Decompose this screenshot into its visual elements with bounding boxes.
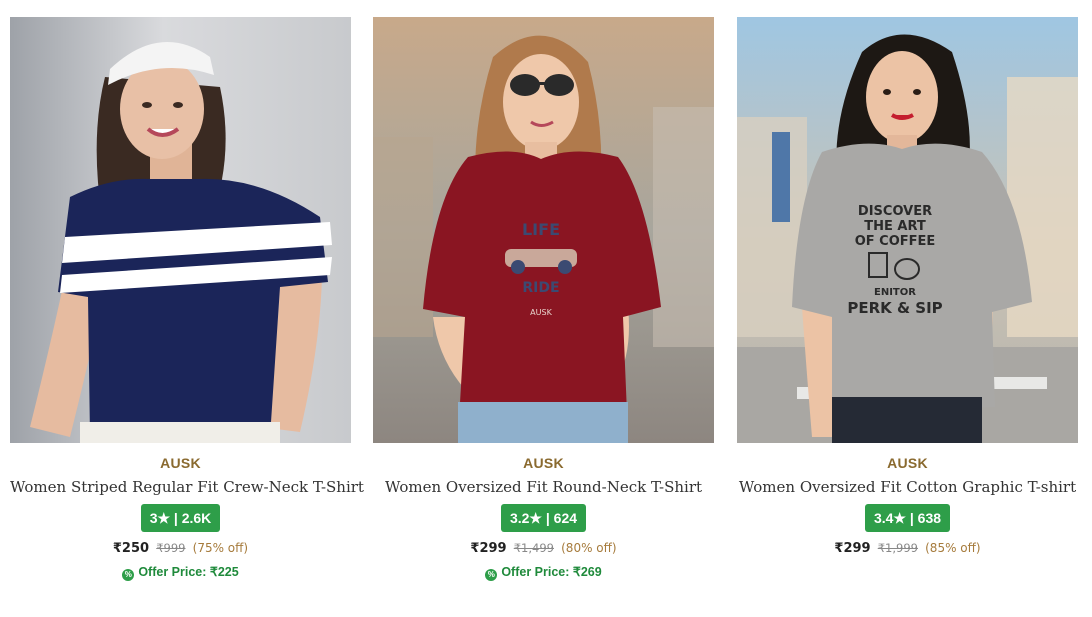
price-row: ₹299 ₹1,499 (80% off) [373,541,714,556]
offer-tag-icon: % [485,569,498,581]
product-image[interactable]: LIFE RIDE AUSK [373,17,714,443]
rating-badge: 3★ | 2.6K [140,504,221,532]
rating-badge: 3.4★ | 638 [864,504,951,532]
offer-tag-icon: % [122,569,135,581]
brand-name[interactable]: AUSK [10,455,351,471]
price-row: ₹250 ₹999 (75% off) [10,541,351,556]
selling-price: ₹299 [470,541,507,556]
offer-price-row: % Offer Price: ₹225 [10,564,351,581]
product-image[interactable] [10,17,351,443]
svg-text:LIFE: LIFE [522,220,560,239]
product-card[interactable]: LIFE RIDE AUSK AUSK Women Oversized Fit … [373,17,714,581]
offer-price-row: % Offer Price: ₹269 [373,564,714,581]
selling-price: ₹250 [112,541,150,556]
rating-badge: 3.2★ | 624 [500,504,587,532]
svg-text:ENITOR: ENITOR [874,287,916,298]
selling-price: ₹299 [834,541,871,556]
brand-name[interactable]: AUSK [737,455,1078,471]
svg-text:RIDE: RIDE [522,280,559,296]
discount-percent: (85% off) [925,541,981,555]
discount-percent: (75% off) [192,541,249,555]
mrp-price: ₹999 [156,541,186,555]
mrp-price: ₹1,499 [513,541,554,555]
discount-percent: (80% off) [561,541,617,555]
price-row: ₹299 ₹1,999 (85% off) [737,541,1078,556]
svg-text:THE ART: THE ART [864,219,926,234]
product-grid: AUSK Women Striped Regular Fit Crew-Neck… [0,0,1092,617]
brand-name[interactable]: AUSK [373,455,714,471]
product-card[interactable]: DISCOVER THE ART OF COFFEE ENITOR PERK &… [737,17,1078,556]
product-title[interactable]: Women Oversized Fit Round-Neck T-Shirt [373,478,714,496]
svg-text:PERK & SIP: PERK & SIP [847,299,942,317]
mrp-price: ₹1,999 [877,541,918,555]
svg-text:OF COFFEE: OF COFFEE [855,234,936,249]
product-image[interactable]: DISCOVER THE ART OF COFFEE ENITOR PERK &… [737,17,1078,443]
product-card[interactable]: AUSK Women Striped Regular Fit Crew-Neck… [10,17,364,581]
svg-text:DISCOVER: DISCOVER [858,204,932,219]
offer-price: Offer Price: ₹269 [501,565,602,579]
product-title[interactable]: Women Oversized Fit Cotton Graphic T-shi… [737,478,1078,496]
svg-text:AUSK: AUSK [530,308,552,317]
offer-price: Offer Price: ₹225 [138,565,239,579]
product-title[interactable]: Women Striped Regular Fit Crew-Neck T-Sh… [10,478,364,496]
